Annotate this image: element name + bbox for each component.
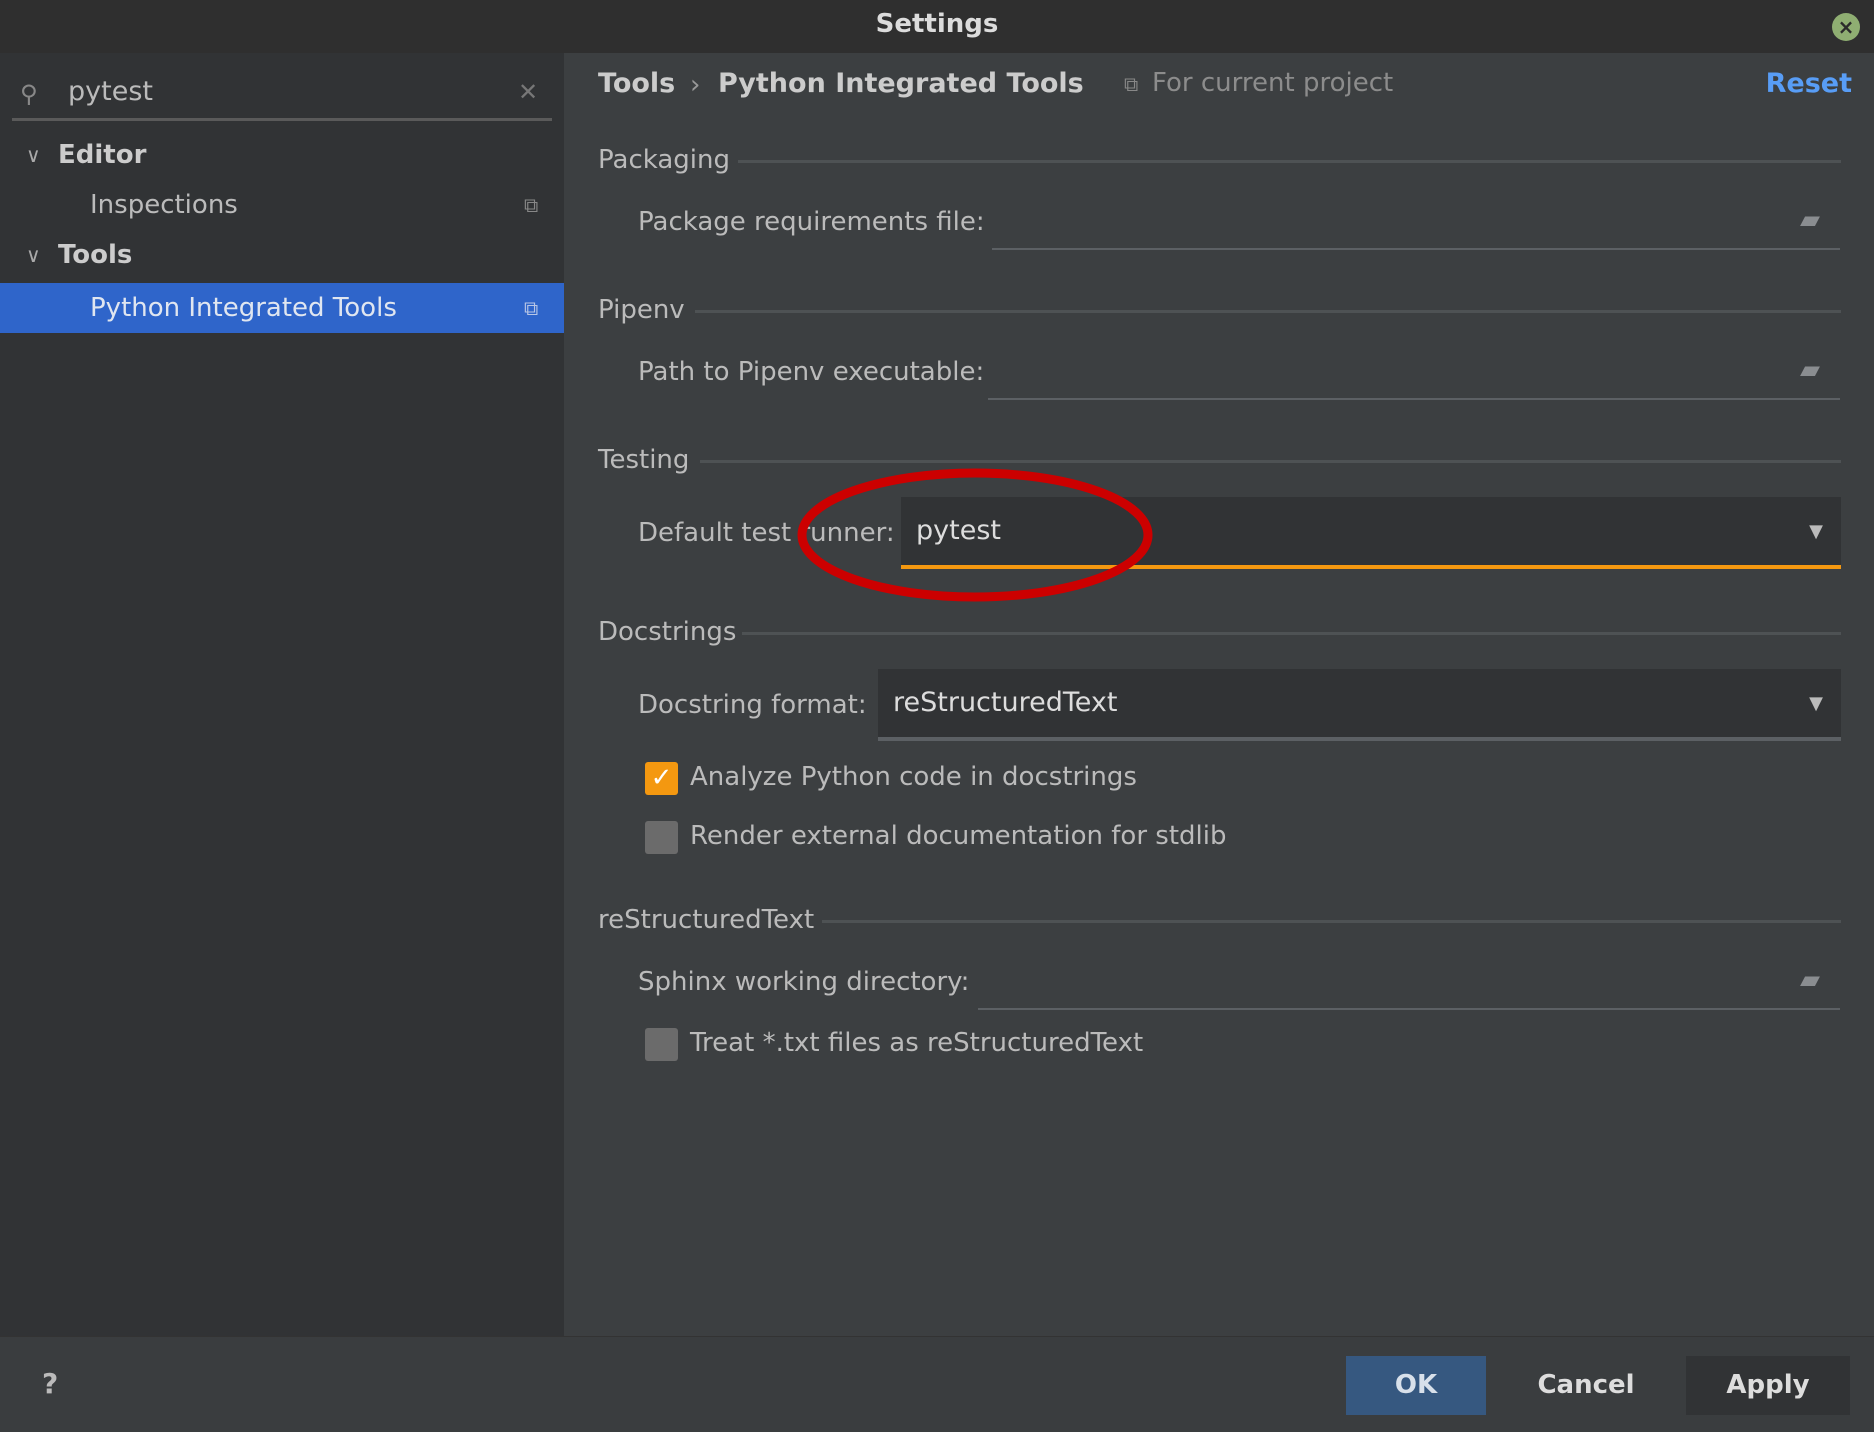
separator [700, 460, 1841, 463]
section-title: Testing [598, 445, 690, 475]
breadcrumb-current: Python Integrated Tools [718, 68, 1084, 99]
title-bar: Settings × [0, 0, 1874, 53]
section-title: Packaging [598, 145, 730, 175]
breadcrumb-tools[interactable]: Tools [598, 68, 675, 99]
checkbox-label[interactable]: Analyze Python code in docstrings [690, 762, 1137, 792]
tree-group-editor[interactable]: ∨ Editor [0, 130, 564, 180]
folder-icon[interactable]: ▰ [1800, 965, 1820, 995]
tree-label: Tools [58, 240, 133, 270]
field-underline [988, 398, 1840, 400]
ok-button[interactable]: OK [1346, 1356, 1486, 1415]
field-label: Path to Pipenv executable: [638, 357, 985, 387]
treat-txt-checkbox[interactable] [645, 1028, 678, 1061]
tree-label: Python Integrated Tools [90, 293, 397, 323]
tree-label: Inspections [90, 190, 238, 220]
window-title: Settings [875, 9, 999, 39]
separator [742, 632, 1841, 635]
dropdown-value: reStructuredText [893, 687, 1118, 718]
field-underline [978, 1008, 1840, 1010]
folder-icon[interactable]: ▰ [1800, 205, 1820, 235]
docstring-format-dropdown[interactable]: reStructuredText ▼ [878, 669, 1841, 741]
field-label: Sphinx working directory: [638, 967, 970, 997]
dropdown-arrow-icon: ▼ [1809, 693, 1823, 714]
section-title: Docstrings [598, 617, 737, 647]
field-label: Docstring format: [638, 690, 867, 720]
folder-icon[interactable]: ▰ [1800, 355, 1820, 385]
render-external-docs-checkbox[interactable] [645, 821, 678, 854]
project-scope-icon: ⧉ [524, 296, 539, 320]
reset-link[interactable]: Reset [1766, 68, 1852, 99]
breadcrumb-separator: › [690, 70, 701, 100]
chevron-down-icon: ∨ [26, 143, 41, 167]
section-title: reStructuredText [598, 905, 815, 935]
package-requirements-input[interactable] [992, 200, 1840, 248]
cancel-button[interactable]: Cancel [1516, 1356, 1656, 1415]
field-label: Package requirements file: [638, 207, 985, 237]
field-underline [992, 248, 1840, 250]
search-input[interactable] [68, 76, 508, 107]
help-button[interactable]: ? [42, 1367, 58, 1400]
annotation-ellipse [797, 468, 1153, 602]
dropdown-arrow-icon: ▼ [1809, 521, 1823, 542]
project-scope-icon: ⧉ [1124, 72, 1139, 96]
tree-group-tools[interactable]: ∨ Tools [0, 230, 564, 280]
tree-label: Editor [58, 140, 147, 170]
checkbox-label[interactable]: Render external documentation for stdlib [690, 821, 1226, 851]
search-icon[interactable]: ⚲ [20, 80, 38, 108]
chevron-down-icon: ∨ [26, 243, 41, 267]
project-scope-icon: ⧉ [524, 193, 539, 217]
search-underline [12, 118, 552, 121]
separator [822, 920, 1841, 923]
separator [738, 160, 1841, 163]
section-title: Pipenv [598, 295, 685, 325]
apply-button[interactable]: Apply [1686, 1356, 1850, 1415]
clear-search-icon[interactable]: ✕ [518, 78, 538, 106]
pipenv-path-input[interactable] [988, 350, 1840, 398]
tree-item-python-integrated-tools[interactable]: Python Integrated Tools ⧉ [0, 283, 564, 333]
tree-item-inspections[interactable]: Inspections ⧉ [0, 180, 564, 230]
scope-label: For current project [1152, 68, 1394, 98]
close-icon[interactable]: × [1832, 13, 1860, 41]
sphinx-directory-input[interactable] [978, 960, 1840, 1008]
footer: ? OK Cancel Apply [0, 1336, 1874, 1432]
separator [695, 310, 1841, 313]
checkbox-label[interactable]: Treat *.txt files as reStructuredText [690, 1028, 1143, 1058]
analyze-python-checkbox[interactable]: ✓ [645, 762, 678, 795]
